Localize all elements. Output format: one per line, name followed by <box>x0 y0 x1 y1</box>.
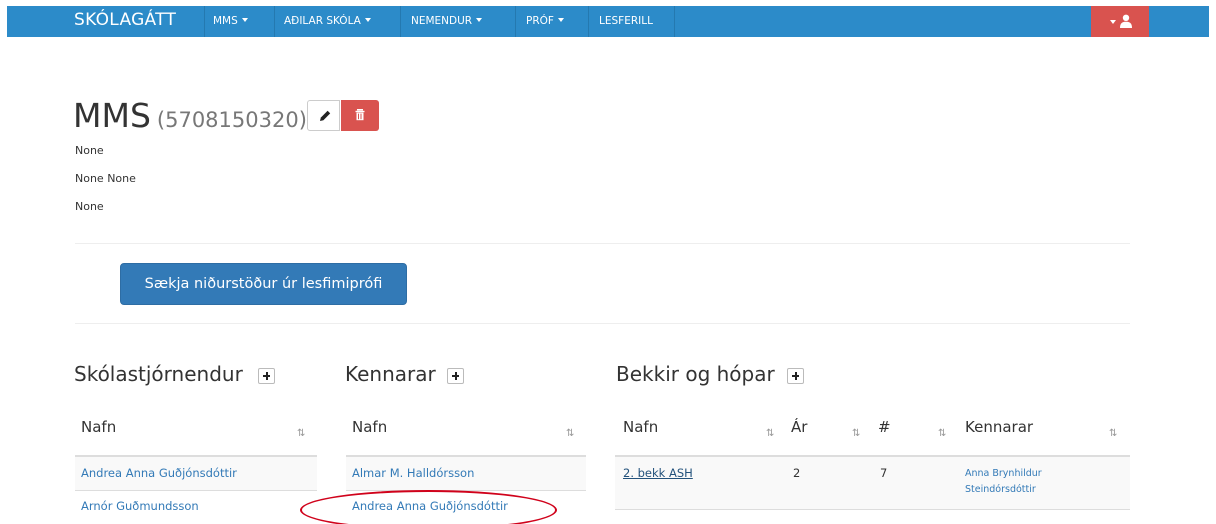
school-name: MMS <box>73 96 151 135</box>
brand-logo[interactable]: SKÓLAGÁTT <box>74 10 176 30</box>
user-menu-button[interactable] <box>1091 6 1149 37</box>
edit-button[interactable] <box>307 100 340 131</box>
add-principal-button[interactable] <box>258 368 275 384</box>
principals-title: Skólastjórnendur <box>74 362 243 386</box>
class-year: 2 <box>793 466 801 480</box>
fetch-results-button[interactable]: Sækja niðurstöður úr lesfimiprófi <box>120 263 407 305</box>
nav-item-mms[interactable]: MMS <box>213 6 248 37</box>
class-teacher-link[interactable]: Anna Brynhildur Steindórsdóttir <box>965 466 1075 498</box>
info-line-3: None <box>75 200 104 213</box>
sort-alpha-icon[interactable]: ⇅ <box>297 428 305 439</box>
sort-alpha-icon[interactable]: ⇅ <box>766 428 774 439</box>
class-count: 7 <box>880 466 888 480</box>
classes-header-year[interactable]: Ár <box>791 418 807 436</box>
caret-down-icon <box>241 18 248 22</box>
school-id: (5708150320) <box>156 108 307 132</box>
add-teacher-button[interactable] <box>447 368 464 384</box>
class-link[interactable]: 2. bekk ASH <box>623 466 693 480</box>
principal-link[interactable]: Arnór Guðmundsson <box>81 499 199 513</box>
top-navbar: SKÓLAGÁTT MMS AÐILAR SKÓLA NEMENDUR PRÓF… <box>7 6 1209 37</box>
row-divider <box>615 509 1130 510</box>
nav-divider <box>674 6 675 37</box>
teachers-header-name[interactable]: Nafn <box>352 418 387 436</box>
nav-item-adilar-skola-label: AÐILAR SKÓLA <box>284 15 361 27</box>
info-line-2: None None <box>75 172 136 185</box>
sort-icon[interactable]: ⇅ <box>938 428 946 439</box>
nav-item-lesferill[interactable]: LESFERILL <box>599 6 653 37</box>
nav-divider <box>588 6 589 37</box>
nav-item-lesferill-label: LESFERILL <box>599 15 653 27</box>
nav-item-adilar-skola[interactable]: AÐILAR SKÓLA <box>284 6 371 37</box>
classes-header-count[interactable]: # <box>878 418 891 436</box>
caret-down-icon <box>364 18 371 22</box>
sort-icon[interactable]: ⇅ <box>852 428 860 439</box>
row-divider <box>75 490 317 491</box>
nav-item-mms-label: MMS <box>213 15 238 27</box>
nav-item-prof-label: PRÓF <box>526 15 554 27</box>
nav-divider <box>400 6 401 37</box>
classes-title: Bekkir og hópar <box>616 362 775 386</box>
caret-down-icon <box>476 18 483 22</box>
classes-header-teachers[interactable]: Kennarar <box>965 418 1033 436</box>
nav-item-nemendur[interactable]: NEMENDUR <box>411 6 483 37</box>
nav-divider <box>204 6 205 37</box>
sort-alpha-icon[interactable]: ⇅ <box>566 428 574 439</box>
add-class-button[interactable] <box>787 368 804 384</box>
sort-icon[interactable]: ⇅ <box>1109 428 1117 439</box>
nav-item-nemendur-label: NEMENDUR <box>411 15 473 27</box>
caret-down-icon <box>557 18 564 22</box>
principal-link[interactable]: Andrea Anna Guðjónsdóttir <box>81 466 237 480</box>
nav-item-prof[interactable]: PRÓF <box>526 6 564 37</box>
classes-header-name[interactable]: Nafn <box>623 418 658 436</box>
principals-header-name[interactable]: Nafn <box>81 418 116 436</box>
pencil-icon <box>320 110 331 121</box>
divider <box>75 243 1130 244</box>
delete-button[interactable] <box>341 100 379 131</box>
nav-divider <box>274 6 275 37</box>
divider <box>75 323 1130 324</box>
trash-icon <box>355 109 365 121</box>
page-title: MMS (5708150320) <box>73 96 307 135</box>
teacher-link[interactable]: Almar M. Halldórsson <box>352 466 474 480</box>
caret-down-icon <box>1110 20 1116 24</box>
user-icon <box>1120 14 1132 28</box>
highlight-ellipse <box>300 490 557 524</box>
teachers-title: Kennarar <box>345 362 436 386</box>
info-line-1: None <box>75 144 104 157</box>
nav-divider <box>515 6 516 37</box>
